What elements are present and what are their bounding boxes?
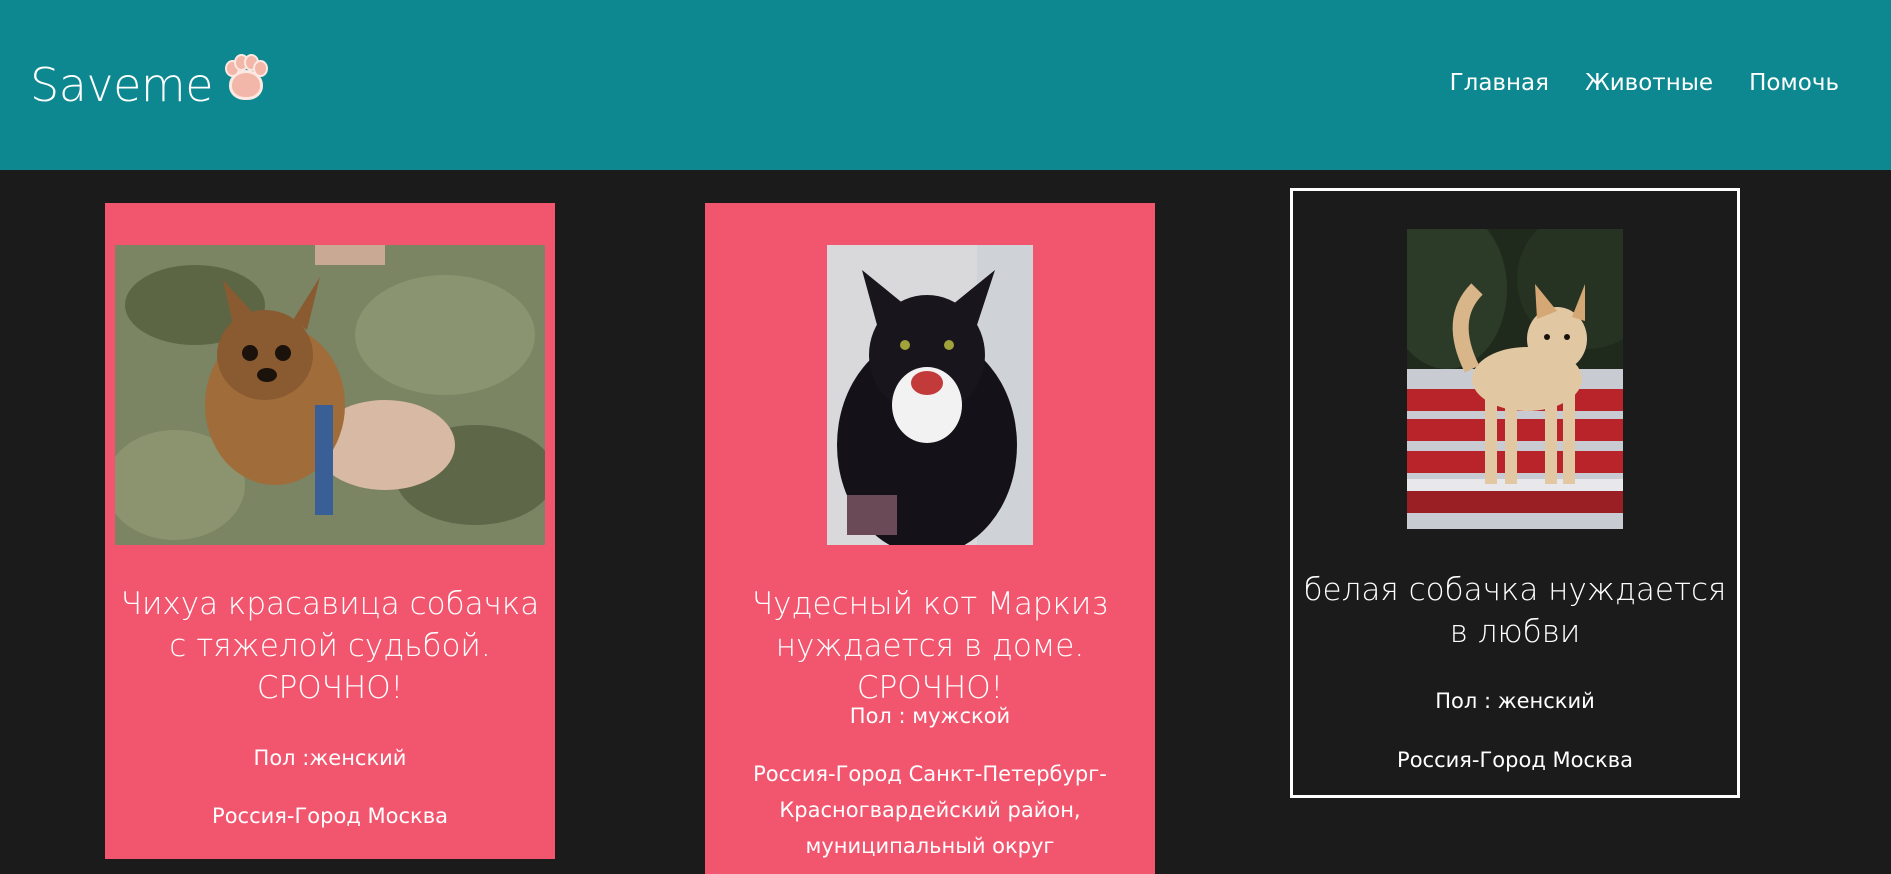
card-location: Россия-Город Москва	[212, 804, 448, 828]
animal-card[interactable]: Чудесный кот Маркиз нуждается в доме. СР…	[705, 203, 1155, 874]
animal-card[interactable]: белая собачка нуждается в любви Пол : же…	[1290, 188, 1740, 798]
card-location: Россия-Город Санкт-Петербург-Красногвард…	[753, 762, 1107, 858]
nav-help[interactable]: Помочь	[1749, 70, 1839, 96]
main-nav: Главная Животные Помочь	[1450, 70, 1839, 96]
card-title[interactable]: Чудесный кот Маркиз нуждается в доме. СР…	[715, 583, 1145, 709]
chihuahua-photo	[115, 245, 545, 545]
nav-home[interactable]: Главная	[1450, 70, 1549, 96]
card-title[interactable]: белая собачка нуждается в любви	[1303, 569, 1727, 653]
cat-photo	[827, 245, 1033, 545]
nav-animals[interactable]: Животные	[1585, 70, 1713, 96]
white-dog-photo	[1407, 229, 1623, 529]
card-sex: Пол : женский	[1435, 689, 1595, 713]
brand-name: Saveme	[30, 58, 214, 112]
brand-logo[interactable]: Saveme	[30, 56, 269, 112]
animal-card[interactable]: Чихуа красавица собачка с тяжелой судьбо…	[105, 203, 555, 859]
card-sex: Пол : мужской	[849, 704, 1011, 728]
card-location: Россия-Город Москва	[1397, 748, 1633, 772]
card-sex: Пол :женский	[253, 746, 407, 770]
card-title[interactable]: Чихуа красавица собачка с тяжелой судьбо…	[115, 583, 545, 709]
site-header: Saveme Главная Животные Помочь	[0, 0, 1891, 170]
paw-icon	[223, 56, 269, 102]
